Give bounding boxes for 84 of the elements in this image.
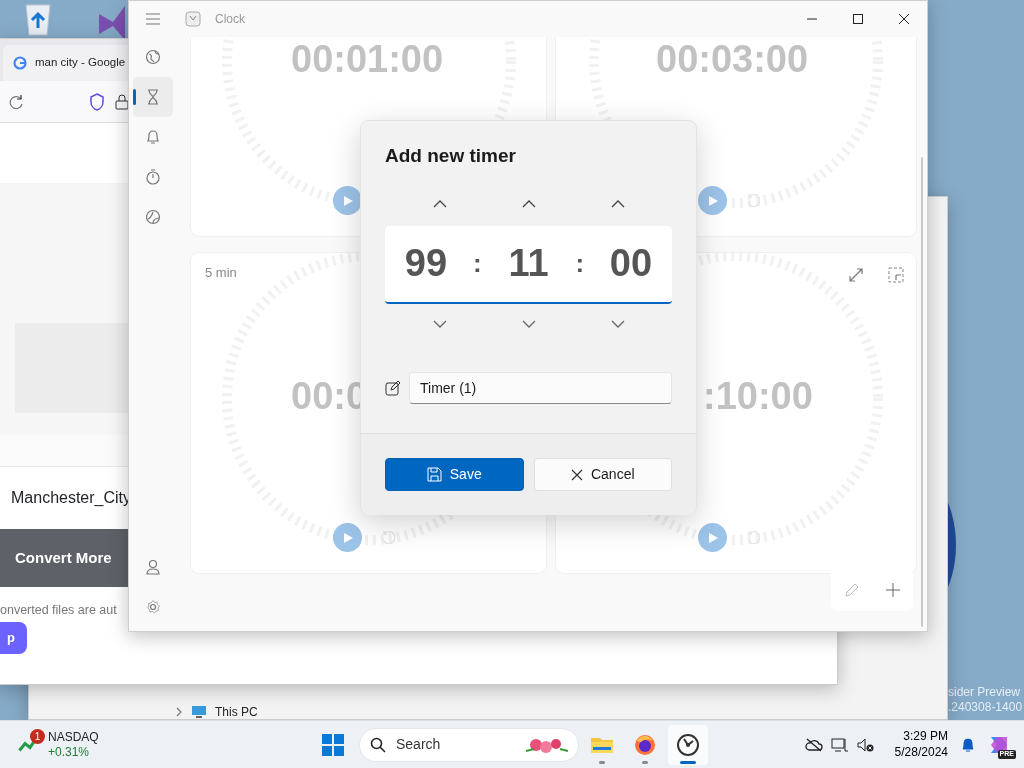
clock-button[interactable]: 3:29 PM 5/28/2024 xyxy=(890,728,952,761)
tree-item: This PC xyxy=(215,704,258,721)
stock-widget[interactable]: 1 NASDAQ +0.31% xyxy=(18,724,118,765)
edit-icon xyxy=(385,379,401,396)
dialog-title: Add new timer xyxy=(385,145,517,168)
timer-name-field[interactable]: Timer (1) xyxy=(409,371,672,404)
play-icon xyxy=(706,194,719,207)
search-field[interactable]: Search xyxy=(394,733,514,756)
search-icon xyxy=(370,736,386,753)
notification-badge: 1 xyxy=(30,728,45,744)
watermark-text: .240308-1400 xyxy=(948,701,1023,713)
menu-icon xyxy=(145,13,161,25)
timer-time: :10:00 xyxy=(703,377,813,415)
save-button[interactable]: Save xyxy=(385,458,524,491)
nav-item[interactable] xyxy=(133,77,173,117)
google-logo-icon xyxy=(13,56,27,70)
globe-icon xyxy=(145,49,161,65)
plus-icon xyxy=(885,583,900,597)
time-separator: : xyxy=(472,247,482,281)
hourglass-icon xyxy=(145,89,161,105)
pencil-icon xyxy=(843,582,860,598)
expand-icon xyxy=(848,267,864,283)
save-icon xyxy=(426,467,442,482)
volume-muted-icon[interactable] xyxy=(856,736,875,753)
cloud-off-icon[interactable] xyxy=(804,737,823,752)
maximize-icon xyxy=(852,13,864,25)
time-picker[interactable]: 99 : 11 : 00 xyxy=(385,225,672,304)
clock-time: 3:29 PM xyxy=(903,728,948,745)
file-name: Manchester_City xyxy=(11,488,132,508)
stopwatch-icon xyxy=(145,169,161,185)
play-icon xyxy=(341,531,354,544)
time-digits: 11 xyxy=(507,241,550,287)
focus-icon xyxy=(145,209,161,225)
windows-logo-icon xyxy=(322,733,344,756)
upgrade-button[interactable]: p xyxy=(0,621,27,654)
compact-overlay-icon xyxy=(888,267,904,283)
play-button[interactable] xyxy=(698,523,727,552)
play-button[interactable] xyxy=(698,186,727,215)
chevron-right-icon[interactable] xyxy=(175,707,183,717)
reset-icon[interactable] xyxy=(381,530,395,544)
taskbar-app[interactable] xyxy=(668,724,708,765)
time-digits: 00 xyxy=(608,241,654,287)
monitor-icon xyxy=(191,705,207,719)
browser-tab[interactable]: man city - Google xyxy=(3,45,129,81)
reset-icon[interactable] xyxy=(746,193,760,207)
network-icon[interactable] xyxy=(830,736,849,753)
time-digits: 99 xyxy=(403,241,449,287)
timer-time: 00:01:00 xyxy=(291,40,444,78)
timer-name: 5 min xyxy=(205,264,237,282)
play-icon xyxy=(341,194,354,207)
firefox-icon xyxy=(633,732,657,757)
convert-more-button[interactable]: Convert More xyxy=(0,529,129,587)
window-title: Clock xyxy=(215,11,245,28)
reload-icon[interactable] xyxy=(7,92,25,111)
play-button[interactable] xyxy=(333,186,362,215)
close-icon xyxy=(570,468,583,481)
play-button[interactable] xyxy=(333,523,362,552)
lock-icon[interactable] xyxy=(115,93,129,110)
note-text: onverted files are aut xyxy=(0,602,118,619)
scrollbar[interactable] xyxy=(921,157,923,627)
reset-icon[interactable] xyxy=(746,530,760,544)
play-icon xyxy=(706,531,719,544)
clock-date: 5/28/2024 xyxy=(894,744,948,761)
cancel-button[interactable]: Cancel xyxy=(533,458,672,491)
close-icon xyxy=(898,13,910,25)
person-icon xyxy=(145,559,161,575)
chevron-down-icon xyxy=(521,319,536,328)
search-bar[interactable]: Search xyxy=(359,727,579,762)
chevron-up-icon xyxy=(521,199,536,208)
bell-icon xyxy=(145,129,161,145)
shield-icon[interactable] xyxy=(89,92,105,111)
bell-icon[interactable] xyxy=(960,736,976,753)
watermark-text: sider Preview xyxy=(948,686,1021,698)
widget-title: NASDAQ xyxy=(48,730,99,745)
widget-value: +0.31% xyxy=(48,744,91,759)
chevron-up-icon xyxy=(432,199,447,208)
chevron-up-icon xyxy=(610,199,625,208)
time-separator: : xyxy=(575,247,585,281)
clock-logo-icon xyxy=(185,11,201,27)
clock-app-icon xyxy=(676,732,700,757)
timer-time: 00:03:00 xyxy=(656,40,809,78)
gear-icon xyxy=(145,599,161,615)
chevron-down-icon xyxy=(432,319,447,328)
chevron-down-icon xyxy=(610,319,625,328)
